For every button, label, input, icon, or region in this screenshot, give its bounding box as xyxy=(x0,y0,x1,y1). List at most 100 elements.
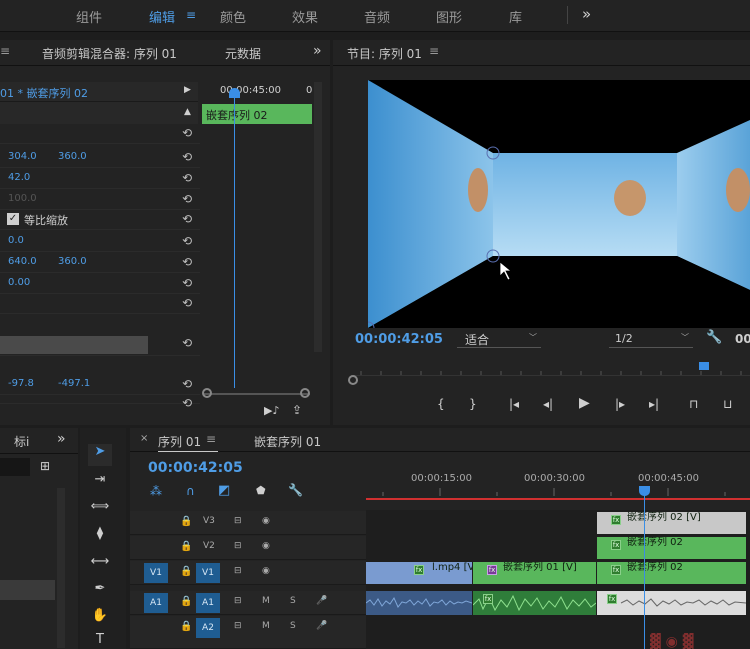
reset-icon[interactable]: ⟲ xyxy=(182,377,192,391)
fit-dropdown[interactable]: 适合 ﹀ xyxy=(457,330,541,348)
uniform-scale-checkbox[interactable]: ✓ xyxy=(7,213,19,225)
anchor-x-value[interactable]: 640.0 xyxy=(8,256,37,267)
lift-icon[interactable]: ⊓ xyxy=(689,397,698,411)
reset-icon[interactable]: ⟲ xyxy=(182,255,192,269)
workspace-tab-effects[interactable]: 效果 xyxy=(292,7,318,26)
slip-tool-icon[interactable]: ⟷ xyxy=(88,554,112,576)
zoom-handle-left[interactable] xyxy=(202,388,212,398)
play-audio-icon[interactable]: ▶♪ xyxy=(264,404,279,417)
mark-in-icon[interactable]: { xyxy=(437,397,445,411)
workspace-tab-audio[interactable]: 音频 xyxy=(364,7,390,26)
clip-v1-mp4[interactable]: fx l.mp4 [V] xyxy=(366,562,472,584)
clip-v2-nested-02[interactable]: fx 嵌套序列 02 xyxy=(597,537,746,559)
timeline-playhead-handle[interactable] xyxy=(639,486,650,496)
rotation-value[interactable]: 0.0 xyxy=(8,235,24,246)
sync-icon[interactable]: ⊟ xyxy=(234,596,242,606)
sync-icon[interactable]: ⊟ xyxy=(234,516,242,526)
flicker-value[interactable]: 0.00 xyxy=(8,277,30,288)
hand-tool-icon[interactable]: ✋ xyxy=(88,608,112,630)
microphone-icon[interactable]: 🎤 xyxy=(316,621,327,631)
lock-icon[interactable]: 🔒 xyxy=(180,596,192,607)
anchor-y-value[interactable]: 360.0 xyxy=(58,256,87,267)
workspace-tab-editing[interactable]: 编辑 xyxy=(149,7,175,26)
mark-out-icon[interactable]: } xyxy=(469,397,477,411)
play-icon[interactable]: ▶ xyxy=(579,395,590,411)
timeline-timecode[interactable]: 00:00:42:05 xyxy=(148,460,243,476)
lock-icon[interactable]: 🔒 xyxy=(180,621,192,632)
reset-icon[interactable]: ⟲ xyxy=(182,336,192,350)
clip-v1-nested-01[interactable]: fx 嵌套序列 01 [V] xyxy=(473,562,596,584)
panel-menu-icon[interactable]: ≡ xyxy=(429,44,439,58)
ec-zoom-bar[interactable] xyxy=(204,393,310,395)
panel-menu-icon[interactable]: ≡ xyxy=(206,432,216,446)
timeline-playhead[interactable] xyxy=(644,492,645,649)
track-target-v1[interactable]: V1 xyxy=(196,563,220,583)
source-patch-v1[interactable]: V1 xyxy=(144,563,168,583)
offset-x-value[interactable]: -97.8 xyxy=(8,378,34,389)
sync-icon[interactable]: ⊟ xyxy=(234,566,242,576)
program-title[interactable]: 节目: 序列 01 xyxy=(347,45,422,62)
reset-icon[interactable]: ⟲ xyxy=(182,276,192,290)
track-target-a2[interactable]: A2 xyxy=(196,618,220,638)
position-x-value[interactable]: 304.0 xyxy=(8,151,37,162)
project-search-input[interactable] xyxy=(0,458,30,476)
pen-tool-icon[interactable]: ✒ xyxy=(88,581,112,603)
reset-icon[interactable]: ⟲ xyxy=(182,150,192,164)
extract-icon[interactable]: ⊔ xyxy=(723,397,732,411)
scale-value[interactable]: 42.0 xyxy=(8,172,30,183)
source-patch-a1[interactable]: A1 xyxy=(144,593,168,613)
reset-icon[interactable]: ⟲ xyxy=(182,396,192,410)
track-select-tool-icon[interactable]: ⇥ xyxy=(88,472,112,494)
workspace-tab-graphics[interactable]: 图形 xyxy=(436,7,462,26)
ec-playhead[interactable] xyxy=(234,90,235,388)
nest-icon[interactable]: ⁂ xyxy=(150,484,162,498)
more-panels-icon[interactable]: » xyxy=(57,431,66,447)
linked-selection-icon[interactable]: ◩ xyxy=(218,483,230,498)
ripple-edit-tool-icon[interactable]: ⟺ xyxy=(88,499,112,521)
export-icon[interactable]: ⇪ xyxy=(292,403,302,417)
ec-playhead-handle[interactable] xyxy=(229,88,240,98)
collapse-icon[interactable]: ▲ xyxy=(184,107,191,117)
video-frame[interactable] xyxy=(368,80,750,328)
step-forward-icon[interactable]: |▸ xyxy=(615,397,625,411)
microphone-icon[interactable]: 🎤 xyxy=(316,596,327,606)
workspace-tab-assembly[interactable]: 组件 xyxy=(76,7,102,26)
reset-icon[interactable]: ⟲ xyxy=(182,126,192,140)
timeline-ruler[interactable]: 00:00:15:00 00:00:30:00 00:00:45:00 xyxy=(366,468,750,502)
clip-v1-nested-02[interactable]: fx 嵌套序列 02 xyxy=(597,562,746,584)
tab-metadata[interactable]: 元数据 xyxy=(225,45,261,62)
go-to-out-icon[interactable]: ▸| xyxy=(649,397,659,411)
program-playhead[interactable] xyxy=(699,362,709,370)
wrench-icon[interactable]: 🔧 xyxy=(706,330,722,345)
eye-icon[interactable]: ◉ xyxy=(262,566,270,576)
audio-clip-a1-nested-01[interactable]: fx xyxy=(472,591,597,615)
reset-icon[interactable]: ⟲ xyxy=(182,296,192,310)
bin-icon[interactable]: ⊞ xyxy=(40,459,50,473)
clip-v3-nested-02[interactable]: fx 嵌套序列 02 [V] xyxy=(597,512,746,534)
position-y-value[interactable]: 360.0 xyxy=(58,151,87,162)
tab-sequence-01[interactable]: 序列 01 xyxy=(158,433,201,450)
audio-clip-a1-nested-02[interactable]: fx xyxy=(597,591,747,615)
offset-y-value[interactable]: -497.1 xyxy=(58,378,90,389)
eye-icon[interactable]: ◉ xyxy=(262,541,270,551)
reset-icon[interactable]: ⟲ xyxy=(182,171,192,185)
track-target-a1[interactable]: A1 xyxy=(196,593,220,613)
source-clip-label[interactable]: 01 * 嵌套序列 02 xyxy=(0,85,88,101)
reset-icon[interactable]: ⟲ xyxy=(182,192,192,206)
track-name[interactable]: V3 xyxy=(203,516,215,526)
workspace-tab-libraries[interactable]: 库 xyxy=(509,7,522,26)
ec-clip[interactable]: 嵌套序列 02 xyxy=(202,104,312,124)
tab-nested-sequence-01[interactable]: 嵌套序列 01 xyxy=(254,433,321,450)
mute-button[interactable]: M xyxy=(262,596,270,606)
razor-tool-icon[interactable]: ⧫ xyxy=(88,526,112,548)
sync-icon[interactable]: ⊟ xyxy=(234,541,242,551)
ec-scrollbar[interactable] xyxy=(314,82,322,352)
zoom-handle-right[interactable] xyxy=(300,388,310,398)
go-to-in-icon[interactable]: |◂ xyxy=(509,397,519,411)
mute-button[interactable]: M xyxy=(262,621,270,631)
tab-audio-clip-mixer[interactable]: 音频剪辑混合器: 序列 01 xyxy=(42,45,177,62)
selection-tool-icon[interactable]: ➤ xyxy=(88,444,112,466)
type-tool-icon[interactable]: T xyxy=(88,632,112,649)
close-icon[interactable]: × xyxy=(140,433,148,444)
resolution-dropdown[interactable]: 1/2 ﹀ xyxy=(609,330,693,348)
